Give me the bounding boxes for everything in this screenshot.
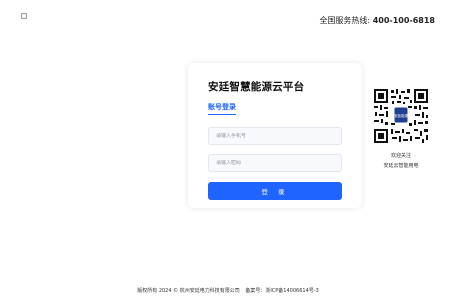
hotline-label: 全国服务热线: [319,16,371,25]
hotline-number: 400-100-6818 [372,16,435,25]
footer-copyright: 版权所有 2024 © 杭州安廷电力科技有限公司 [137,288,240,294]
qr-caption-line2: 安廷云智能用电 [383,163,419,169]
footer-icp-link[interactable]: 备案号：浙ICP备14006614号-3 [245,288,318,294]
login-card: 安廷智慧能源云平台 账号登录 登 录 [188,63,362,208]
password-input[interactable] [216,160,334,166]
logo-image [21,13,27,19]
platform-title: 安廷智慧能源云平台 [208,81,305,93]
qr-code-icon: 安廷能源 [372,87,430,145]
phone-input[interactable] [216,133,334,139]
qr-caption: 欢迎关注 安廷云智能用电 [372,151,430,171]
password-field[interactable] [208,154,342,172]
service-hotline: 全国服务热线: 400-100-6818 [319,15,435,26]
qr-section: 安廷能源 欢迎关注 安廷云智能用电 [372,87,430,171]
tab-account-login[interactable]: 账号登录 [208,102,236,115]
footer: 版权所有 2024 © 杭州安廷电力科技有限公司 备案号：浙ICP备140066… [0,287,456,294]
qr-badge-text: 安廷能源 [394,113,408,118]
login-button[interactable]: 登 录 [208,182,342,200]
qr-caption-line1: 欢迎关注 [390,153,411,159]
phone-field[interactable] [208,127,342,145]
